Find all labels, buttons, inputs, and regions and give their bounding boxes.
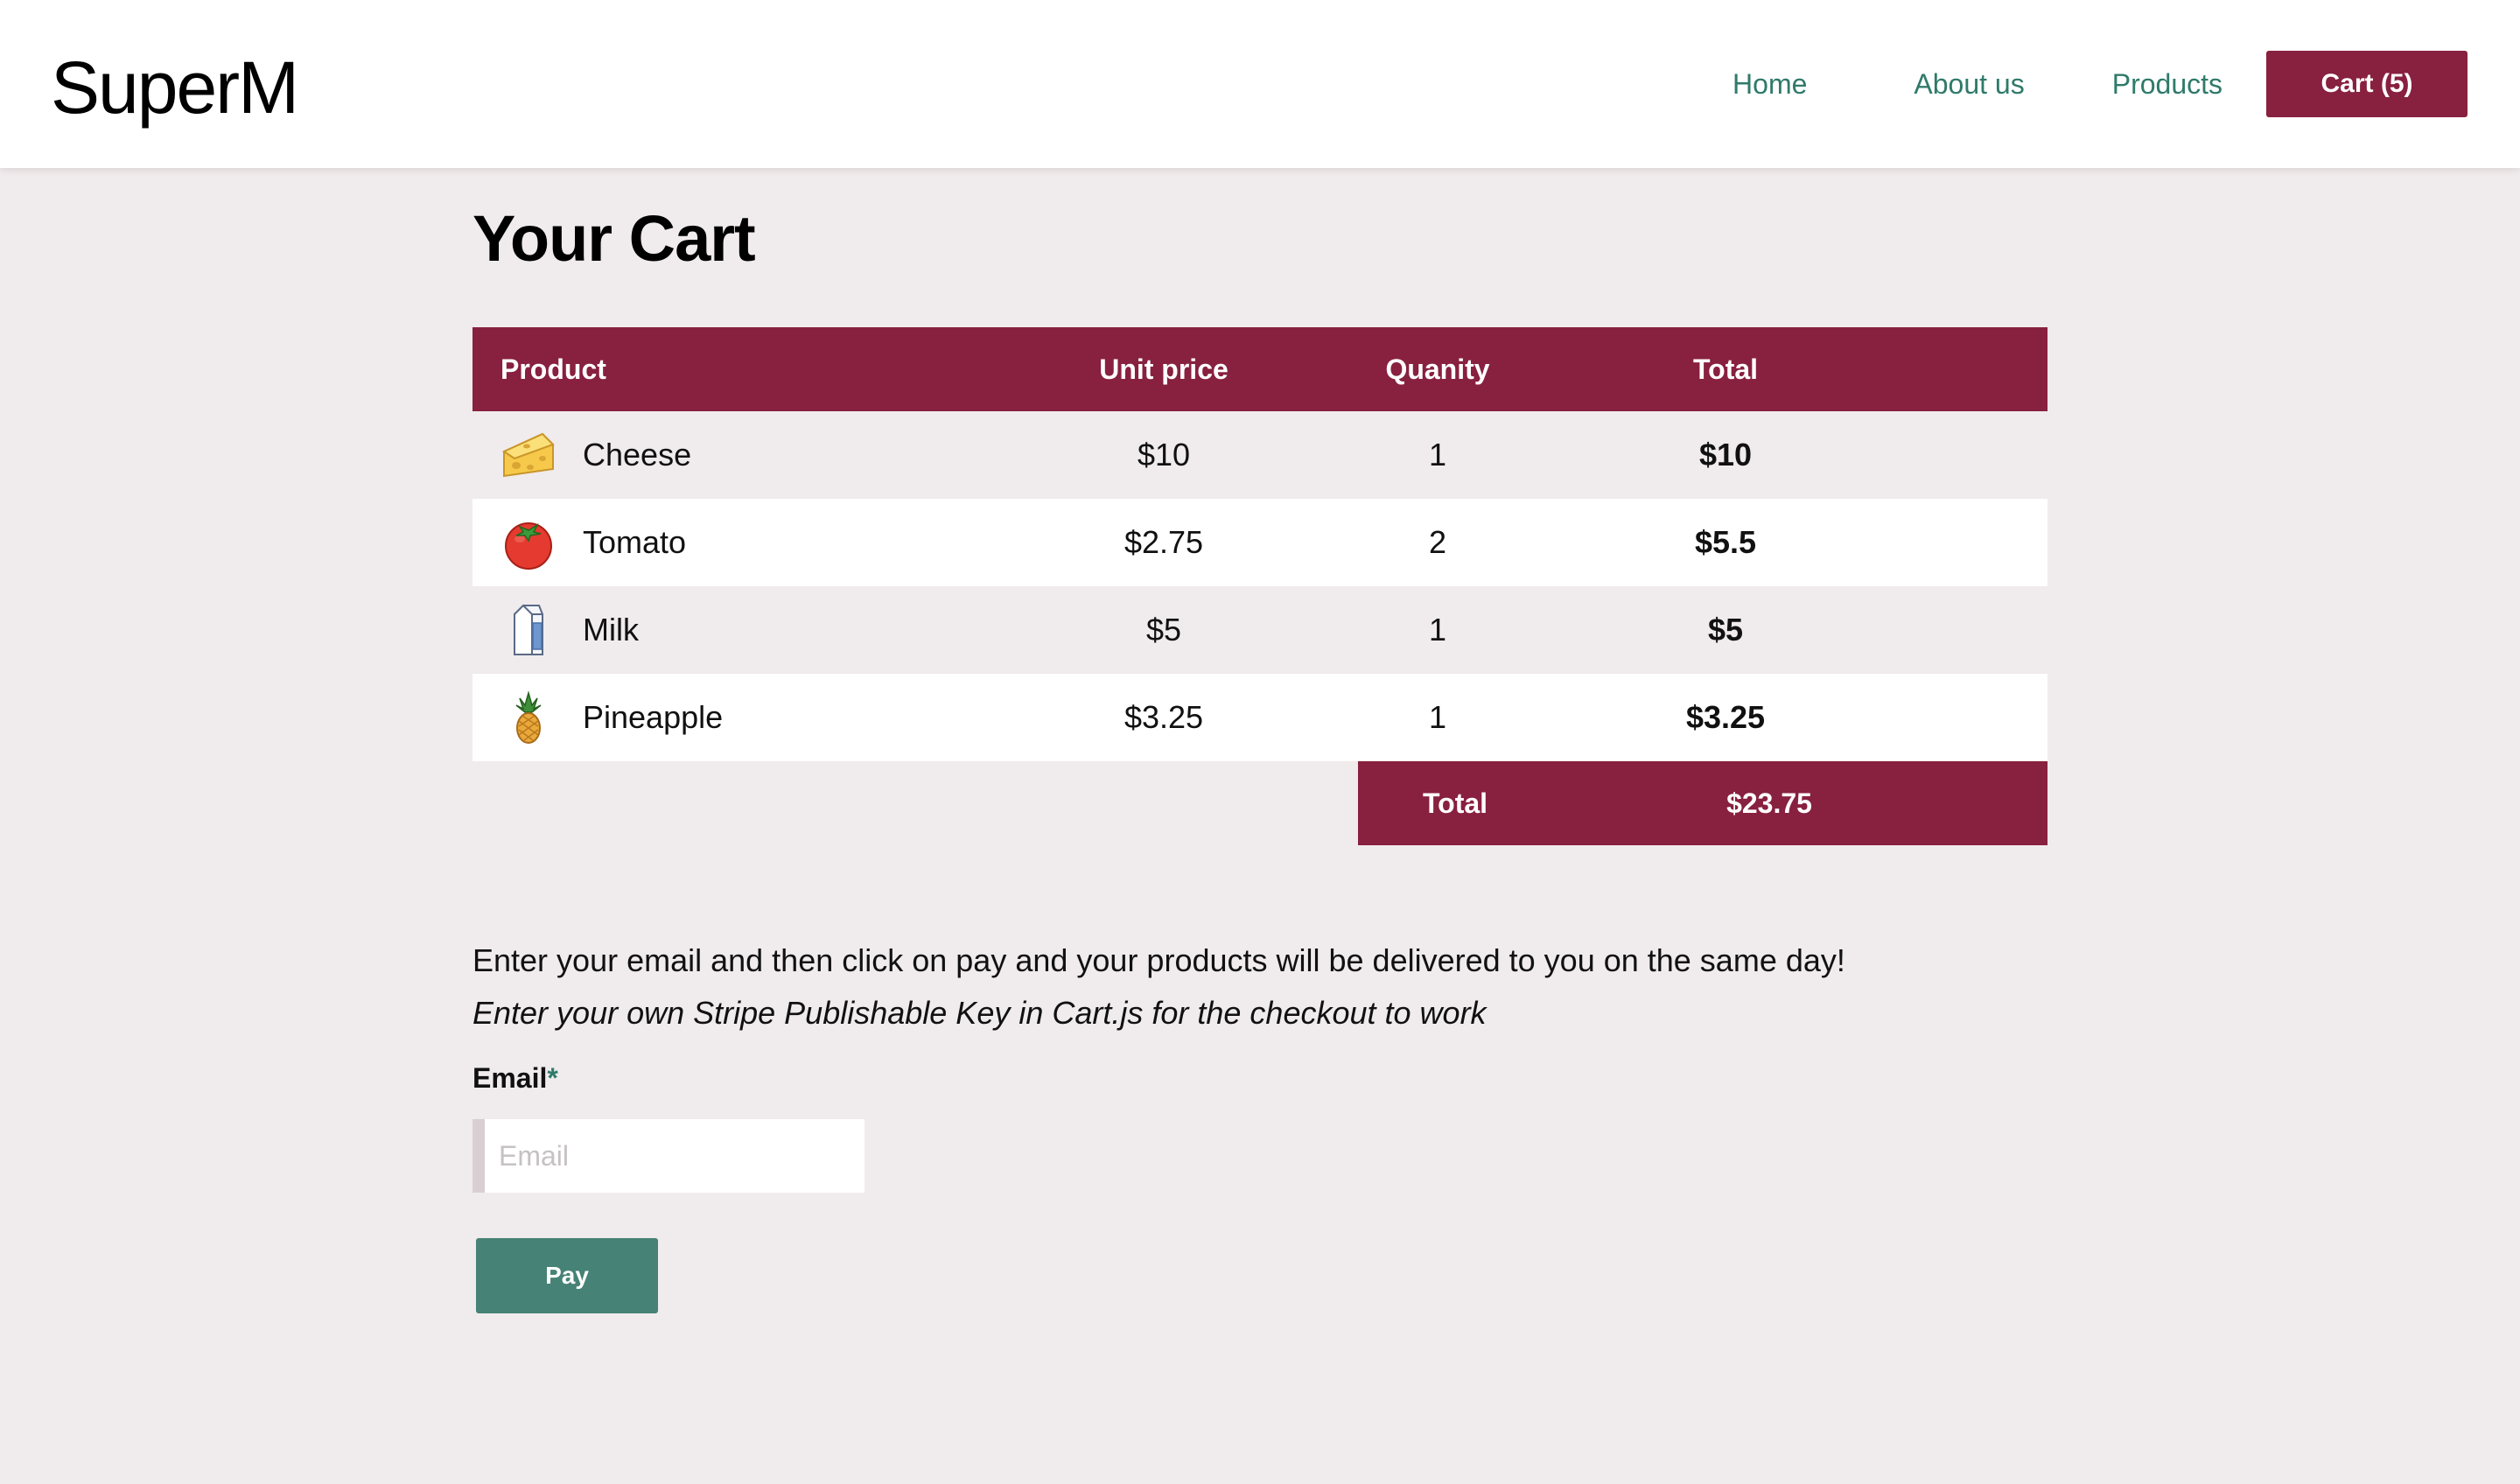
quantity-cell: 1: [1428, 612, 1447, 648]
unit-price-cell: $5: [1145, 612, 1182, 648]
product-name: Pineapple: [583, 699, 724, 735]
tomato-icon: [500, 514, 556, 570]
column-header-unit-price: Unit price: [1099, 353, 1228, 385]
cart-total-label: Total: [1422, 787, 1488, 819]
page-title: Your Cart: [472, 202, 756, 275]
email-label-text: Email: [472, 1062, 548, 1094]
nav-products-link[interactable]: Products: [2112, 68, 2222, 101]
table-header: Product Unit price Quanity Total: [472, 327, 2048, 411]
product-name: Tomato: [583, 524, 687, 560]
checkout-info-text: Enter your email and then click on pay a…: [472, 942, 1845, 978]
email-label: Email*: [472, 1062, 2048, 1095]
required-mark: *: [547, 1062, 558, 1094]
table-row: Milk $5 1 $5: [472, 586, 2048, 674]
quantity-cell: 1: [1428, 437, 1447, 472]
nav-links: Home About us Products Cart (5): [1732, 51, 2468, 117]
cart-table: Product Unit price Quanity Total Cheese …: [472, 327, 2048, 845]
cheese-icon: [500, 427, 556, 483]
milk-icon: [500, 602, 556, 658]
product-name: Cheese: [583, 437, 692, 472]
stripe-key-note: Enter your own Stripe Publishable Key in…: [472, 995, 1487, 1031]
email-input[interactable]: [472, 1119, 864, 1193]
column-header-product: Product: [500, 353, 606, 385]
total-cell: $3.25: [1685, 699, 1766, 735]
product-cell: Milk: [472, 602, 1076, 658]
nav-home-link[interactable]: Home: [1732, 68, 1807, 101]
checkout-section: Enter your email and then click on pay a…: [472, 934, 2048, 1313]
table-row: Pineapple $3.25 1 $3.25: [472, 674, 2048, 761]
product-name: Milk: [583, 612, 639, 648]
product-cell: Pineapple: [472, 690, 1076, 746]
column-header-total: Total: [1692, 353, 1759, 385]
cart-total-box: Total $23.75: [1358, 761, 2048, 845]
unit-price-cell: $2.75: [1124, 524, 1204, 560]
table-row: Cheese $10 1 $10: [472, 411, 2048, 499]
total-cell: $5: [1707, 612, 1744, 648]
column-header-quantity: Quanity: [1385, 353, 1490, 385]
nav-about-link[interactable]: About us: [1914, 68, 2024, 101]
quantity-cell: 2: [1428, 524, 1447, 560]
total-cell: $5.5: [1694, 524, 1757, 560]
unit-price-cell: $10: [1137, 437, 1191, 472]
unit-price-cell: $3.25: [1124, 699, 1204, 735]
pineapple-icon: [500, 690, 556, 746]
product-cell: Cheese: [472, 427, 1076, 483]
cart-button[interactable]: Cart (5): [2266, 51, 2468, 117]
pay-button[interactable]: Pay: [476, 1238, 658, 1313]
navbar: SuperM Home About us Products Cart (5): [0, 0, 2520, 168]
total-cell: $10: [1698, 437, 1753, 472]
main-content: Your Cart Product Unit price Quanity Tot…: [472, 201, 2048, 1313]
brand-logo[interactable]: SuperM: [51, 46, 299, 130]
table-row: Tomato $2.75 2 $5.5: [472, 499, 2048, 586]
product-cell: Tomato: [472, 514, 1076, 570]
cart-total-value: $23.75: [1726, 787, 1812, 819]
quantity-cell: 1: [1428, 699, 1447, 735]
table-footer: Total $23.75: [472, 761, 2048, 845]
